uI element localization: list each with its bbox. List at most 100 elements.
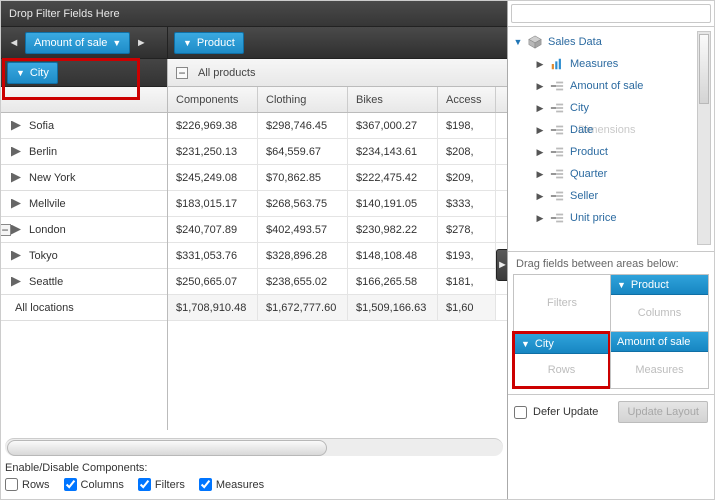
prev-arrow-icon[interactable]: ◄ [7, 34, 21, 52]
areas-caption: Drag fields between areas below: [508, 252, 714, 274]
filters-caption: Filters [514, 275, 610, 331]
tree-root-sales-data[interactable]: ▼ Sales Data [510, 31, 698, 53]
chevron-down-icon: ▼ [617, 280, 626, 290]
update-layout-button[interactable]: Update Layout [618, 401, 708, 423]
scrollbar-thumb[interactable] [7, 440, 327, 456]
collapse-icon[interactable]: − [1, 224, 11, 236]
measures-area[interactable]: Amount of sale Measures [610, 331, 709, 389]
table-cell: $238,655.02 [258, 269, 348, 294]
dimension-icon [550, 101, 564, 115]
table-cell: $64,559.67 [258, 139, 348, 164]
field-panel: ▼ Sales Data ▶Measures▶Amount of sale▶Ci… [507, 1, 714, 499]
rows-area[interactable]: ▼City Rows [512, 331, 611, 389]
table-cell: $1,672,777.60 [258, 295, 348, 320]
defer-update-label: Defer Update [533, 406, 598, 418]
collapse-icon[interactable]: − [176, 67, 188, 79]
rows-checkbox[interactable]: Rows [5, 478, 50, 491]
tree-item[interactable]: ▶Quarter [510, 163, 698, 185]
tree-item[interactable]: ▶DimensionsDate [510, 119, 698, 141]
table-cell: $226,969.38 [168, 113, 258, 138]
product-chip[interactable]: ▼ Product [174, 32, 244, 54]
all-products-header[interactable]: − All products [168, 59, 507, 87]
city-chip[interactable]: ▼ City [7, 62, 58, 84]
search-input[interactable] [511, 4, 711, 23]
filters-checkbox[interactable]: Filters [138, 478, 185, 491]
table-cell: $331,053.76 [168, 243, 258, 268]
panel-toggle-icon[interactable]: ► [496, 249, 507, 281]
table-cell: $166,265.58 [348, 269, 438, 294]
field-search [508, 1, 714, 27]
row-label[interactable]: −London [1, 217, 167, 243]
expand-icon [11, 121, 21, 131]
expand-icon [11, 173, 21, 183]
tree-item[interactable]: ▶Product [510, 141, 698, 163]
next-arrow-icon[interactable]: ► [134, 34, 148, 52]
area-city-chip[interactable]: ▼City [515, 334, 608, 354]
table-cell: $278, [438, 217, 496, 242]
amount-of-sale-label: Amount of sale [34, 37, 107, 49]
columns-checkbox[interactable]: Columns [64, 478, 124, 491]
column-header[interactable]: Components [168, 87, 258, 112]
dimension-icon [550, 167, 564, 181]
chevron-right-icon: ▶ [536, 103, 544, 114]
expand-icon [11, 251, 21, 261]
row-label[interactable]: Seattle [1, 269, 167, 295]
table-row: $226,969.38$298,746.45$367,000.27$198, [168, 113, 507, 139]
row-label[interactable]: New York [1, 165, 167, 191]
axes-toolbar: ◄ Amount of sale ▼ ► ▼ Product [1, 27, 507, 59]
chevron-right-icon: ▶ [536, 213, 544, 224]
filters-area[interactable]: Filters [513, 274, 611, 332]
table-cell: $231,250.13 [168, 139, 258, 164]
dimension-icon [550, 211, 564, 225]
chevron-right-icon: ▶ [536, 147, 544, 158]
area-product-chip[interactable]: ▼Product [611, 275, 708, 295]
table-cell: $298,746.45 [258, 113, 348, 138]
tree-item[interactable]: ▶Unit price [510, 207, 698, 229]
table-cell: $230,982.22 [348, 217, 438, 242]
table-cell: $1,708,910.48 [168, 295, 258, 320]
defer-update-checkbox[interactable] [514, 406, 527, 419]
table-cell: $250,665.07 [168, 269, 258, 294]
tree-item[interactable]: ▶Seller [510, 185, 698, 207]
row-label[interactable]: Mellvile [1, 191, 167, 217]
table-row: $183,015.17$268,563.75$140,191.05$333, [168, 191, 507, 217]
table-cell: $198, [438, 113, 496, 138]
cube-icon [528, 35, 542, 49]
chevron-right-icon: ▶ [536, 125, 544, 136]
table-cell: $367,000.27 [348, 113, 438, 138]
table-cell: $240,707.89 [168, 217, 258, 242]
row-label[interactable]: Berlin [1, 139, 167, 165]
filter-drop-hint[interactable]: Drop Filter Fields Here [1, 1, 507, 27]
column-header[interactable]: Access [438, 87, 496, 112]
tree-item[interactable]: ▶City [510, 97, 698, 119]
chevron-right-icon: ▶ [536, 169, 544, 180]
tree-item[interactable]: ▶Amount of sale [510, 75, 698, 97]
row-label[interactable]: Sofia [1, 113, 167, 139]
table-row: $1,708,910.48$1,672,777.60$1,509,166.63$… [168, 295, 507, 321]
table-cell: $183,015.17 [168, 191, 258, 216]
dimension-icon [550, 123, 564, 137]
amount-of-sale-chip[interactable]: Amount of sale ▼ [25, 32, 130, 54]
expand-icon [11, 199, 21, 209]
chevron-down-icon: ▼ [521, 339, 530, 349]
table-row: $245,249.08$70,862.85$222,475.42$209, [168, 165, 507, 191]
dimension-icon [550, 189, 564, 203]
dimension-icon [550, 79, 564, 93]
table-cell: $193, [438, 243, 496, 268]
tree-item[interactable]: ▶Measures [510, 53, 698, 75]
columns-area[interactable]: ▼Product Columns [610, 274, 709, 332]
horizontal-scrollbar[interactable] [5, 438, 503, 456]
chevron-right-icon: ▶ [536, 191, 544, 202]
vertical-scrollbar[interactable] [697, 31, 711, 245]
chevron-down-icon: ▼ [183, 38, 192, 48]
scrollbar-thumb[interactable] [699, 34, 709, 104]
row-label[interactable]: Tokyo [1, 243, 167, 269]
column-header[interactable]: Bikes [348, 87, 438, 112]
row-total-label[interactable]: All locations [1, 295, 167, 321]
area-amount-chip[interactable]: Amount of sale [611, 332, 708, 352]
table-row: $240,707.89$402,493.57$230,982.22$278, [168, 217, 507, 243]
column-header[interactable]: Clothing [258, 87, 348, 112]
table-cell: $1,509,166.63 [348, 295, 438, 320]
measures-checkbox[interactable]: Measures [199, 478, 264, 491]
table-row: $250,665.07$238,655.02$166,265.58$181, [168, 269, 507, 295]
